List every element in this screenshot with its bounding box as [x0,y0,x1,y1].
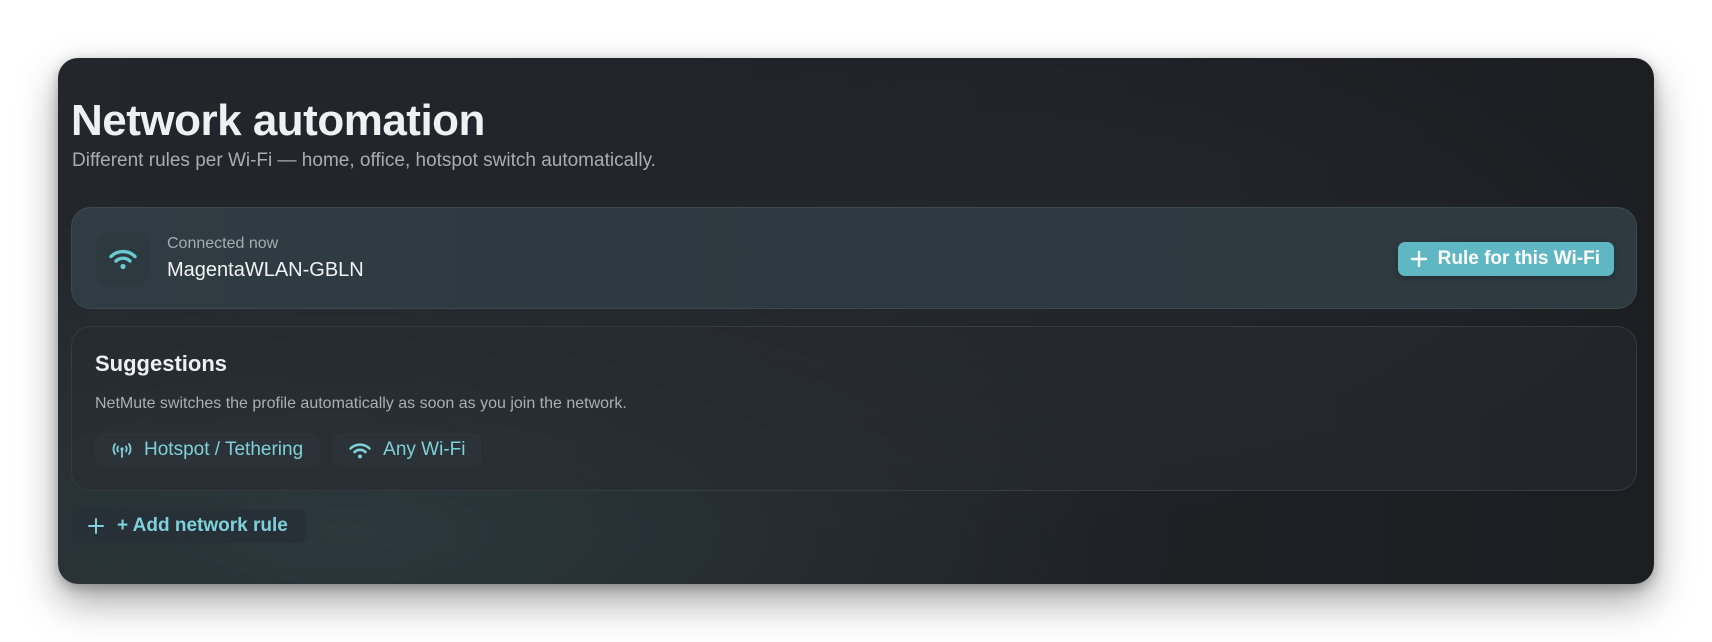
rule-for-this-wifi-label: Rule for this Wi-Fi [1437,248,1600,269]
suggestions-description: NetMute switches the profile automatical… [95,395,627,412]
suggestion-chips: Hotspot / Tethering Any Wi-Fi [95,433,483,467]
connected-network-name: MagentaWLAN-GBLN [167,259,364,281]
suggestion-chip-any-wifi[interactable]: Any Wi-Fi [332,433,483,467]
suggestion-chip-label: Any Wi-Fi [383,439,466,460]
suggestions-card: Suggestions NetMute switches the profile… [71,326,1637,491]
suggestions-title: Suggestions [95,351,228,376]
page-subtitle: Different rules per Wi-Fi — home, office… [72,150,656,171]
suggestion-chip-label: Hotspot / Tethering [144,439,304,460]
connected-label: Connected now [167,235,279,252]
connected-network-card: Connected now MagentaWLAN-GBLN Rule for … [71,207,1637,309]
suggestion-chip-hotspot[interactable]: Hotspot / Tethering [95,433,321,467]
wifi-icon [348,441,372,460]
page-title: Network automation [71,96,485,145]
network-automation-window: Network automation Different rules per W… [58,58,1654,584]
plus-icon [87,517,105,535]
add-network-rule-button[interactable]: + Add network rule [71,509,306,543]
wifi-icon [96,232,150,286]
rule-for-this-wifi-button[interactable]: Rule for this Wi-Fi [1397,242,1614,276]
plus-icon [1410,250,1428,268]
hotspot-icon [111,441,133,459]
add-network-rule-label: + Add network rule [117,515,288,536]
